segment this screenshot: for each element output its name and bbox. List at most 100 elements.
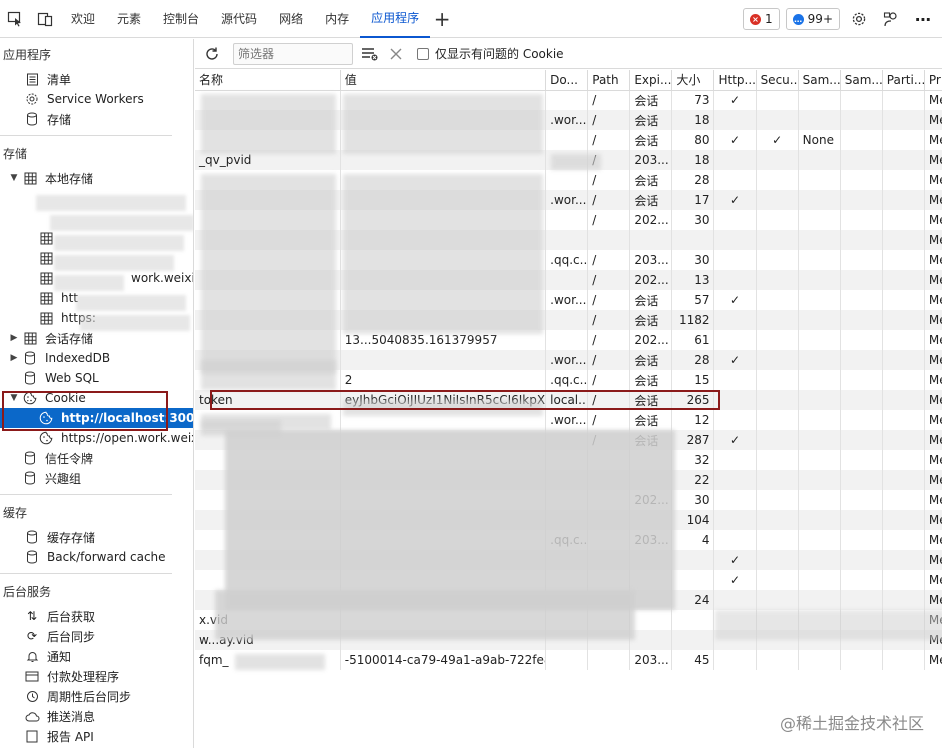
sidebar-item-notifications[interactable]: 通知 bbox=[0, 646, 193, 666]
column-header[interactable]: Do... bbox=[545, 70, 589, 91]
sidebar-item-back-forward-cache[interactable]: Back/forward cache bbox=[0, 547, 193, 567]
table-cell: Me bbox=[924, 250, 942, 270]
more-options-icon[interactable]: ⋯ bbox=[910, 6, 936, 32]
table-cell bbox=[840, 410, 883, 430]
tab-sources[interactable]: 源代码 bbox=[210, 0, 268, 38]
column-header[interactable]: Pri bbox=[924, 70, 942, 91]
clear-all-icon[interactable] bbox=[357, 41, 383, 67]
table-cell bbox=[545, 210, 589, 230]
table-cell bbox=[756, 390, 799, 410]
sidebar-item-label: 清单 bbox=[47, 72, 72, 87]
table-cell bbox=[882, 470, 925, 490]
sidebar-item-cache-storage[interactable]: 缓存存储 bbox=[0, 527, 193, 547]
inspect-element-icon[interactable] bbox=[0, 0, 30, 38]
local-storage-entry-label: work.weixin. bbox=[131, 271, 193, 285]
sidebar-item-session-storage[interactable]: ▶ 会话存储 bbox=[0, 328, 193, 348]
device-emulation-icon[interactable] bbox=[30, 0, 60, 38]
column-header[interactable]: Expi... bbox=[629, 70, 673, 91]
add-tab-icon[interactable]: + bbox=[430, 0, 454, 38]
column-header[interactable]: 名称 bbox=[195, 70, 341, 91]
sidebar-item-service-workers[interactable]: Service Workers bbox=[0, 89, 193, 109]
sidebar-item-websql[interactable]: Web SQL bbox=[0, 368, 193, 388]
privacy-blur bbox=[551, 154, 601, 170]
table-cell: .wor... bbox=[545, 290, 589, 310]
table-cell: 202... bbox=[629, 330, 673, 350]
card-icon bbox=[24, 668, 40, 684]
column-header[interactable]: Sam... bbox=[798, 70, 841, 91]
table-cell: ✓ bbox=[713, 550, 757, 570]
table-cell: 12 bbox=[671, 410, 715, 430]
column-header[interactable]: Path bbox=[587, 70, 631, 91]
sidebar-item-reporting-api[interactable]: 报告 API bbox=[0, 726, 193, 746]
privacy-blur bbox=[235, 654, 325, 670]
expand-triangle-icon[interactable]: ▼ bbox=[8, 173, 20, 183]
tab-welcome[interactable]: 欢迎 bbox=[60, 0, 106, 38]
tab-application[interactable]: 应用程序 bbox=[360, 0, 431, 38]
delete-selected-icon[interactable] bbox=[383, 41, 409, 67]
settings-gear-icon[interactable] bbox=[846, 6, 872, 32]
table-cell: ✓ bbox=[713, 570, 757, 590]
table-cell: ✓ bbox=[713, 190, 757, 210]
table-cell bbox=[756, 270, 799, 290]
table-cell bbox=[882, 190, 925, 210]
table-cell: Me bbox=[924, 310, 942, 330]
sidebar-item-payment-handler[interactable]: 付款处理程序 bbox=[0, 666, 193, 686]
sidebar-item-periodic-sync[interactable]: 周期性后台同步 bbox=[0, 686, 193, 706]
column-header[interactable]: 值 bbox=[340, 70, 547, 91]
table-cell bbox=[713, 110, 757, 130]
cookie-entry-open-work-weixin[interactable]: https://open.work.weixin. bbox=[0, 428, 193, 448]
sidebar-item-label: 报告 API bbox=[47, 729, 94, 744]
sidebar-item-storage[interactable]: 存储 bbox=[0, 109, 193, 129]
sidebar-item-background-sync[interactable]: ⟳ 后台同步 bbox=[0, 626, 193, 646]
column-header[interactable]: 大小 bbox=[671, 70, 715, 91]
grid-icon bbox=[38, 290, 54, 306]
sidebar-item-label: IndexedDB bbox=[45, 351, 111, 365]
feedback-icon[interactable] bbox=[878, 6, 904, 32]
table-cell bbox=[756, 550, 799, 570]
table-cell bbox=[840, 210, 883, 230]
sidebar-item-local-storage[interactable]: ▼ 本地存储 bbox=[0, 168, 193, 188]
table-cell bbox=[756, 210, 799, 230]
column-header[interactable]: Http... bbox=[713, 70, 757, 91]
tab-console[interactable]: 控制台 bbox=[152, 0, 210, 38]
only-issues-checkbox[interactable] bbox=[417, 47, 429, 60]
column-header[interactable]: Secu... bbox=[756, 70, 799, 91]
table-cell bbox=[713, 490, 757, 510]
grid-icon bbox=[38, 230, 54, 246]
table-cell bbox=[882, 250, 925, 270]
table-cell: Me bbox=[924, 410, 942, 430]
tab-network[interactable]: 网络 bbox=[268, 0, 314, 38]
refresh-icon[interactable] bbox=[199, 41, 225, 67]
error-count-badge[interactable]: × 1 bbox=[743, 8, 780, 30]
column-header[interactable]: Sam... bbox=[840, 70, 883, 91]
sidebar-divider bbox=[0, 573, 172, 574]
sidebar-item-push-messaging[interactable]: 推送消息 bbox=[0, 706, 193, 726]
filter-input[interactable] bbox=[233, 42, 353, 65]
tab-elements[interactable]: 元素 bbox=[106, 0, 152, 38]
sync-icon: ⟳ bbox=[26, 629, 38, 643]
sidebar-item-interest-groups[interactable]: 兴趣组 bbox=[0, 468, 193, 488]
table-cell: 202... bbox=[629, 210, 673, 230]
sidebar-item-trust-tokens[interactable]: 信任令牌 bbox=[0, 448, 193, 468]
table-cell: Me bbox=[924, 510, 942, 530]
table-cell bbox=[840, 330, 883, 350]
table-cell: 28 bbox=[671, 170, 715, 190]
table-cell bbox=[756, 310, 799, 330]
sidebar-item-manifest[interactable]: 清单 bbox=[0, 69, 193, 89]
table-cell: Me bbox=[924, 110, 942, 130]
table-cell bbox=[882, 530, 925, 550]
tab-memory[interactable]: 内存 bbox=[314, 0, 360, 38]
column-header[interactable]: Parti... bbox=[882, 70, 925, 91]
message-count-badge[interactable]: … 99+ bbox=[785, 8, 840, 30]
table-cell bbox=[882, 350, 925, 370]
privacy-blur bbox=[225, 430, 675, 610]
table-cell: 202... bbox=[629, 270, 673, 290]
table-cell: 会话 bbox=[629, 170, 673, 190]
table-cell bbox=[882, 130, 925, 150]
table-cell: ✓ bbox=[756, 130, 799, 150]
expand-triangle-icon[interactable]: ▶ bbox=[8, 353, 20, 363]
sidebar-item-background-fetch[interactable]: ⇅ 后台获取 bbox=[0, 606, 193, 626]
sidebar-item-indexeddb[interactable]: ▶ IndexedDB bbox=[0, 348, 193, 368]
expand-triangle-icon[interactable]: ▶ bbox=[8, 333, 20, 343]
table-cell: 会话 bbox=[629, 190, 673, 210]
